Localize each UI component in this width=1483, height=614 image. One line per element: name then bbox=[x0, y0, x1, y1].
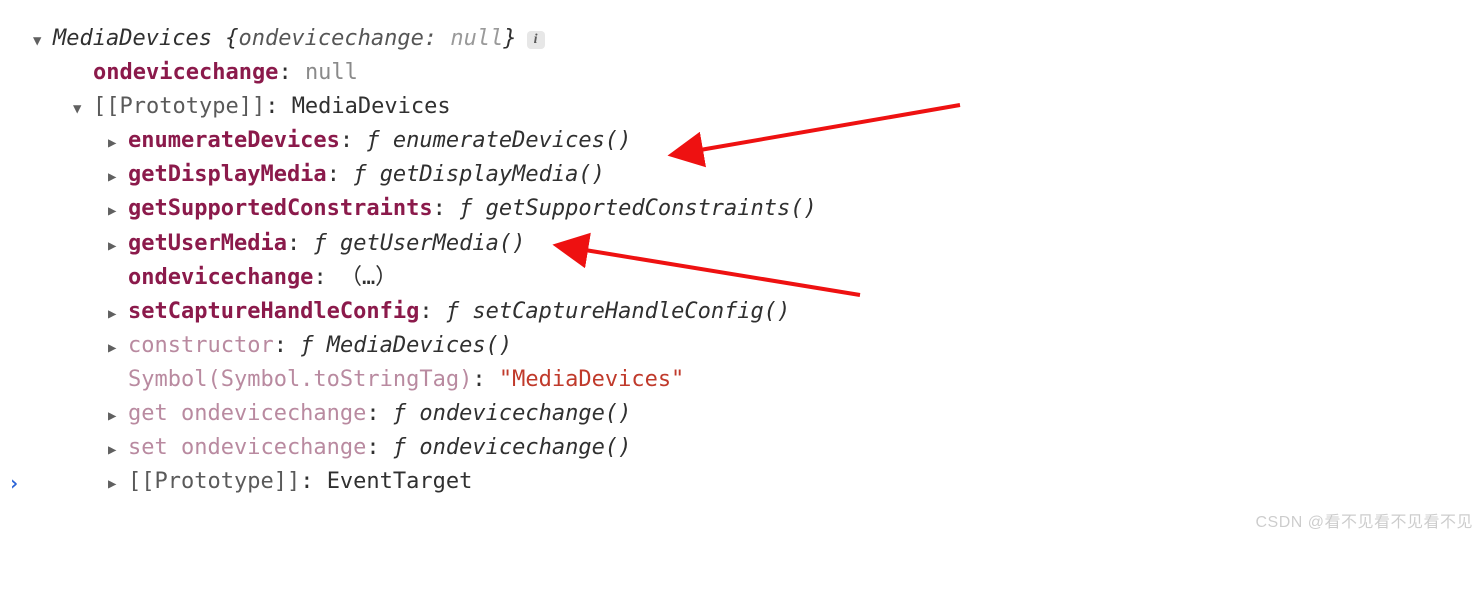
prototype-entry-row[interactable]: ▶set ondevicechange: ƒ ondevicechange() bbox=[10, 431, 1473, 465]
disclosure-triangle-right-icon[interactable]: ▶ bbox=[108, 474, 128, 496]
internal-slot-key: [[Prototype]] bbox=[93, 90, 265, 124]
disclosure-triangle-right-icon[interactable]: ▶ bbox=[108, 338, 128, 360]
disclosure-triangle-right-icon[interactable]: ▶ bbox=[108, 440, 128, 462]
property-value: EventTarget bbox=[327, 465, 473, 499]
function-name: MediaDevices() bbox=[327, 329, 512, 363]
disclosure-triangle-down-icon[interactable]: ▼ bbox=[33, 31, 53, 53]
function-f-icon: ƒ bbox=[313, 227, 340, 261]
property-key: getUserMedia bbox=[128, 227, 287, 261]
prototype-entry-row[interactable]: ▶[[Prototype]]: EventTarget bbox=[10, 465, 1473, 499]
function-f-icon: ƒ bbox=[300, 329, 327, 363]
function-f-icon: ƒ bbox=[393, 397, 420, 431]
function-name: setCaptureHandleConfig() bbox=[472, 295, 790, 329]
disclosure-triangle-right-icon[interactable]: ▶ bbox=[108, 167, 128, 189]
preview-value: null bbox=[450, 22, 503, 56]
function-f-icon: ƒ bbox=[366, 124, 393, 158]
prototype-entry-row[interactable]: ▶enumerateDevices: ƒ enumerateDevices() bbox=[10, 124, 1473, 158]
property-key: ondevicechange bbox=[93, 56, 278, 90]
function-name: ondevicechange() bbox=[419, 431, 631, 465]
prototype-entry-row[interactable]: ▶constructor: ƒ MediaDevices() bbox=[10, 329, 1473, 363]
disclosure-triangle-down-icon[interactable]: ▼ bbox=[73, 99, 93, 121]
function-f-icon: ƒ bbox=[393, 431, 420, 465]
disclosure-triangle-right-icon[interactable]: ▶ bbox=[108, 133, 128, 155]
function-f-icon: ƒ bbox=[459, 192, 486, 226]
object-class-name: MediaDevices bbox=[53, 22, 212, 56]
property-key: get ondevicechange bbox=[128, 397, 366, 431]
property-key: Symbol(Symbol.toStringTag) bbox=[128, 363, 472, 397]
property-value: "MediaDevices" bbox=[499, 363, 684, 397]
property-key: [[Prototype]] bbox=[128, 465, 300, 499]
property-key: constructor bbox=[128, 329, 274, 363]
function-name: getSupportedConstraints() bbox=[486, 192, 817, 226]
function-name: enumerateDevices() bbox=[393, 124, 631, 158]
info-icon[interactable]: i bbox=[527, 31, 545, 49]
function-name: ondevicechange() bbox=[419, 397, 631, 431]
devtools-console-output: ▼ MediaDevices { ondevicechange : null }… bbox=[0, 0, 1483, 539]
property-key: set ondevicechange bbox=[128, 431, 366, 465]
prototype-entry-row[interactable]: ▶Symbol(Symbol.toStringTag): "MediaDevic… bbox=[10, 363, 1473, 397]
prototype-entry-row[interactable]: ▶getDisplayMedia: ƒ getDisplayMedia() bbox=[10, 158, 1473, 192]
property-key: getDisplayMedia bbox=[128, 158, 327, 192]
function-name: getDisplayMedia() bbox=[380, 158, 605, 192]
disclosure-triangle-right-icon[interactable]: ▶ bbox=[108, 236, 128, 258]
property-key: enumerateDevices bbox=[128, 124, 340, 158]
watermark: CSDN @看不见看不见看不见 bbox=[1255, 515, 1473, 531]
console-prompt-icon[interactable]: › bbox=[8, 468, 20, 499]
disclosure-triangle-right-icon[interactable]: ▶ bbox=[108, 406, 128, 428]
function-name: getUserMedia() bbox=[340, 227, 525, 261]
prototype-value: MediaDevices bbox=[292, 90, 451, 124]
prototype-entries: ▶enumerateDevices: ƒ enumerateDevices()▶… bbox=[10, 124, 1473, 499]
property-key: setCaptureHandleConfig bbox=[128, 295, 419, 329]
disclosure-triangle-right-icon[interactable]: ▶ bbox=[108, 304, 128, 326]
own-property-row[interactable]: ▶ ondevicechange : null bbox=[10, 56, 1473, 90]
function-f-icon: ƒ bbox=[446, 295, 473, 329]
property-value: null bbox=[305, 56, 358, 90]
property-key: getSupportedConstraints bbox=[128, 192, 433, 226]
prototype-entry-row[interactable]: ▶setCaptureHandleConfig: ƒ setCaptureHan… bbox=[10, 295, 1473, 329]
prototype-entry-row[interactable]: ▶ondevicechange: （…） bbox=[10, 261, 1473, 295]
function-f-icon: ƒ bbox=[353, 158, 380, 192]
preview-key: ondevicechange bbox=[238, 22, 423, 56]
prototype-entry-row[interactable]: ▶get ondevicechange: ƒ ondevicechange() bbox=[10, 397, 1473, 431]
property-value: （…） bbox=[340, 261, 397, 295]
property-key: ondevicechange bbox=[128, 261, 313, 295]
disclosure-triangle-right-icon[interactable]: ▶ bbox=[108, 201, 128, 223]
prototype-row[interactable]: ▼ [[Prototype]] : MediaDevices bbox=[10, 90, 1473, 124]
object-summary-row[interactable]: ▼ MediaDevices { ondevicechange : null }… bbox=[10, 22, 1473, 56]
prototype-entry-row[interactable]: ▶getUserMedia: ƒ getUserMedia() bbox=[10, 227, 1473, 261]
prototype-entry-row[interactable]: ▶getSupportedConstraints: ƒ getSupported… bbox=[10, 192, 1473, 226]
